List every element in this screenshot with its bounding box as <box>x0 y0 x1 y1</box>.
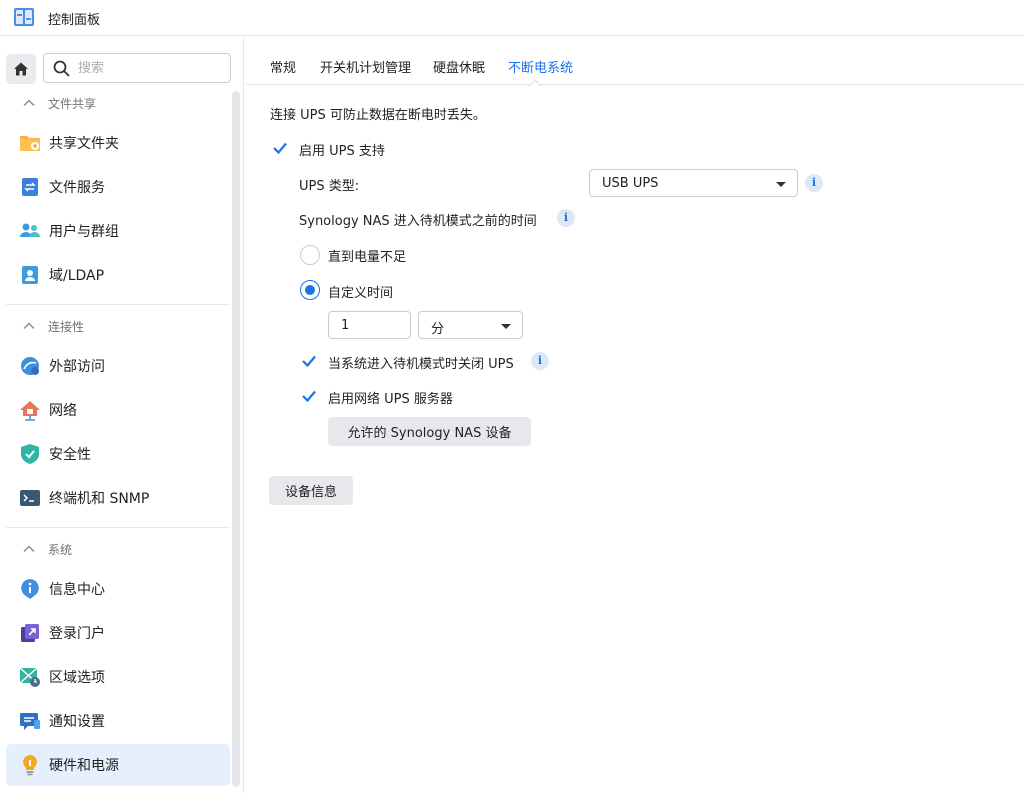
login-portal-icon <box>21 624 39 642</box>
chevron-up-icon <box>23 322 35 330</box>
search-input[interactable] <box>78 58 223 78</box>
enable-ups-label: 启用 UPS 支持 <box>299 144 385 159</box>
sidebar-item-login-portal[interactable]: 登录门户 <box>6 612 230 654</box>
shield-icon <box>21 444 39 464</box>
network-ups-checkbox[interactable] <box>299 386 319 406</box>
allowed-devices-button[interactable]: 允许的 Synology NAS 设备 <box>328 417 531 446</box>
tab-power-schedule[interactable]: 开关机计划管理 <box>320 57 411 76</box>
ups-type-select[interactable]: USB UPS <box>589 169 798 197</box>
info-icon[interactable]: i <box>557 209 575 227</box>
tab-hdd-hibernation[interactable]: 硬盘休眠 <box>433 57 485 76</box>
ups-description: 连接 UPS 可防止数据在断电时丢失。 <box>270 108 486 123</box>
chevron-down-icon <box>501 324 511 329</box>
shared-folder-icon <box>20 136 40 151</box>
users-icon <box>20 223 40 237</box>
sidebar-item-shared-folder[interactable]: 共享文件夹 <box>6 122 230 164</box>
custom-time-input[interactable] <box>328 311 411 339</box>
sidebar-item-users-groups[interactable]: 用户与群组 <box>6 210 230 252</box>
chevron-up-icon <box>23 545 35 553</box>
regional-options-icon <box>19 667 40 687</box>
notification-icon <box>20 713 40 730</box>
section-connectivity[interactable]: 连接性 <box>22 314 222 338</box>
main-content: 常规 开关机计划管理 硬盘休眠 不断电系统 连接 UPS 可防止数据在断电时丢失… <box>245 37 1024 793</box>
home-icon <box>14 62 28 76</box>
tab-ups[interactable]: 不断电系统 <box>508 57 573 76</box>
domain-ldap-icon <box>22 266 38 284</box>
sidebar-item-domain-ldap[interactable]: 域/LDAP <box>6 254 230 296</box>
sidebar-item-file-services[interactable]: 文件服务 <box>6 166 230 208</box>
window-title: 控制面板 <box>48 13 101 28</box>
sidebar-item-external-access[interactable]: 外部访问 <box>6 345 230 387</box>
radio-custom-time[interactable] <box>300 280 320 300</box>
sidebar-item-regional-options[interactable]: 区域选项 <box>6 656 230 698</box>
enable-ups-checkbox[interactable] <box>270 138 290 158</box>
shutdown-ups-checkbox[interactable] <box>299 351 319 371</box>
sidebar: 文件共享 共享文件夹 文件服务 用户与群组 域/LDAP 连接性 <box>0 37 244 793</box>
sidebar-item-hardware-power[interactable]: 硬件和电源 <box>6 744 230 786</box>
sidebar-item-terminal-snmp[interactable]: 终端机和 SNMP <box>6 477 230 519</box>
search-box[interactable] <box>43 53 231 83</box>
section-file-sharing[interactable]: 文件共享 <box>22 91 222 115</box>
network-ups-label: 启用网络 UPS 服务器 <box>328 392 453 407</box>
standby-time-label: Synology NAS 进入待机模式之前的时间 <box>299 214 537 229</box>
radio-low-battery-label: 直到电量不足 <box>328 250 407 265</box>
section-title: 连接性 <box>48 319 85 334</box>
control-panel-icon <box>14 8 34 26</box>
radio-low-battery[interactable] <box>300 245 320 265</box>
radio-custom-time-label: 自定义时间 <box>328 286 394 301</box>
tab-indicator-inner <box>529 81 541 87</box>
file-services-icon <box>22 178 38 196</box>
info-icon[interactable]: i <box>531 352 549 370</box>
ups-type-label: UPS 类型: <box>299 179 360 194</box>
time-unit-value: 分 <box>431 322 445 337</box>
sidebar-item-notifications[interactable]: 通知设置 <box>6 700 230 742</box>
device-info-button[interactable]: 设备信息 <box>269 476 353 505</box>
tab-general[interactable]: 常规 <box>270 57 296 76</box>
section-title: 系统 <box>48 542 73 557</box>
sidebar-item-network[interactable]: 网络 <box>6 389 230 431</box>
sidebar-item-security[interactable]: 安全性 <box>6 433 230 475</box>
shutdown-ups-label: 当系统进入待机模式时关闭 UPS <box>328 357 514 372</box>
divider <box>6 527 230 528</box>
lightbulb-icon <box>23 755 37 776</box>
sidebar-item-info-center[interactable]: 信息中心 <box>6 568 230 610</box>
home-button[interactable] <box>6 54 36 84</box>
terminal-icon <box>20 490 40 506</box>
ups-type-value: USB UPS <box>602 176 659 191</box>
info-center-icon <box>21 579 39 599</box>
divider <box>6 304 230 305</box>
chevron-down-icon <box>776 182 786 187</box>
network-icon <box>20 401 40 421</box>
section-title: 文件共享 <box>48 96 97 111</box>
time-unit-select[interactable]: 分 <box>418 311 523 339</box>
external-access-icon <box>21 357 39 375</box>
search-icon <box>53 60 70 77</box>
chevron-up-icon <box>23 99 35 107</box>
sidebar-scrollbar[interactable] <box>232 91 240 787</box>
tab-bar: 常规 开关机计划管理 硬盘休眠 不断电系统 <box>245 37 1024 85</box>
title-bar: 控制面板 <box>0 0 1024 36</box>
info-icon[interactable]: i <box>805 174 823 192</box>
section-system[interactable]: 系统 <box>22 537 222 561</box>
